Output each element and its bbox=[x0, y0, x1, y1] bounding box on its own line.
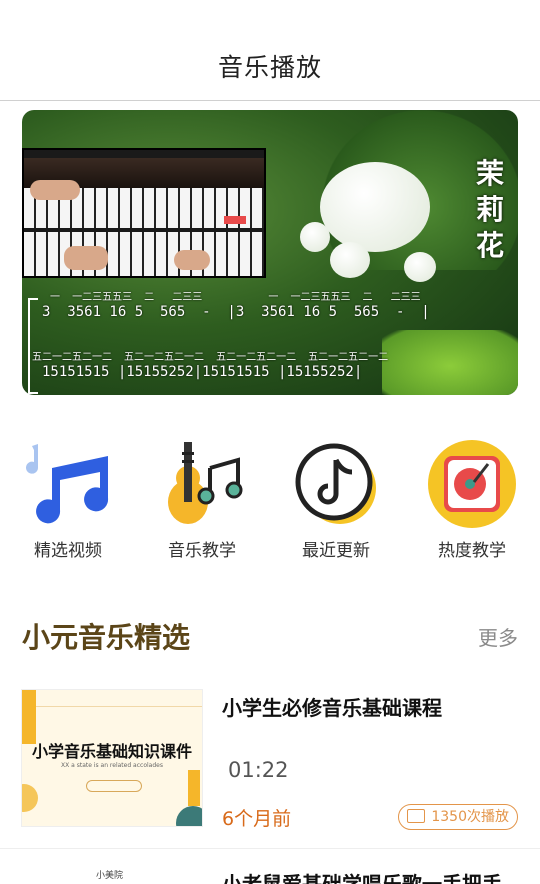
video-age: 6个月前 bbox=[222, 808, 292, 830]
score-bracket bbox=[28, 298, 38, 394]
category-featured-videos[interactable]: 精选视频 bbox=[18, 438, 118, 561]
page-title: 音乐播放 bbox=[217, 53, 322, 82]
category-label: 音乐教学 bbox=[168, 541, 236, 561]
video-duration: 01:22 bbox=[228, 758, 289, 782]
category-music-teaching[interactable]: 音乐教学 bbox=[152, 438, 252, 561]
video-thumbnail[interactable]: 小学音乐基础知识课件 XX a state is an related acco… bbox=[22, 690, 202, 826]
score-line-1: 3 3561 16 5 565 - |3 3561 16 5 565 - | bbox=[42, 304, 430, 320]
play-count: 1350次播放 bbox=[431, 809, 509, 825]
thumbnail-pill bbox=[86, 780, 142, 792]
category-label: 精选视频 bbox=[34, 541, 102, 561]
banner-char: 莉 bbox=[475, 193, 504, 226]
category-grid: 精选视频 音乐教学 最近更新 热度教学 bbox=[0, 438, 540, 568]
divider bbox=[0, 848, 540, 849]
section-title: 小元音乐精选 bbox=[22, 621, 191, 654]
banner-carousel[interactable]: 茉 莉 花 一 一二三五五三 二 二三三 一 一二三五五三 二 二三三 3 35… bbox=[22, 110, 518, 395]
record-player-icon bbox=[426, 438, 518, 530]
category-recent-updates[interactable]: 最近更新 bbox=[286, 438, 386, 561]
play-count-badge: 1350次播放 bbox=[398, 804, 518, 830]
jasmine-flower-image bbox=[280, 152, 450, 282]
score-line-upper-marks: 一 一二三五五三 二 二三三 一 一二三五五三 二 二三三 bbox=[32, 292, 421, 303]
thumbnail-title: 小学音乐基础知识课件 bbox=[31, 742, 192, 761]
guitar-icon bbox=[156, 438, 248, 530]
banner-song-title: 茉 莉 花 bbox=[470, 156, 510, 264]
video-title[interactable]: 小老鼠爱基础学唱乐歌一手把手 bbox=[222, 868, 502, 884]
banner-char: 花 bbox=[475, 229, 504, 262]
video-card[interactable]: 小美院 小老鼠爱基础学唱乐歌一手把手 bbox=[0, 864, 540, 884]
tiktok-note-icon bbox=[290, 438, 382, 530]
score-line-2: 15151515 |15155252|15151515 |15155252| bbox=[42, 364, 363, 380]
more-link[interactable]: 更多 bbox=[478, 622, 518, 651]
app-header: 音乐播放 bbox=[0, 0, 540, 101]
piano-video-frame bbox=[22, 148, 266, 278]
thumbnail-subtitle: XX a state is an related accolades bbox=[61, 762, 163, 769]
video-title[interactable]: 小学生必修音乐基础课程 bbox=[222, 692, 442, 721]
music-note-icon bbox=[22, 438, 114, 530]
image-icon bbox=[407, 809, 426, 823]
score-line-lower-marks: 五二一二五二一二 五二一二五二一二 五二一二五二一二 五二一二五二一二 bbox=[32, 352, 389, 363]
banner-char: 茉 bbox=[475, 157, 504, 190]
category-label: 热度教学 bbox=[438, 541, 506, 561]
category-popular-teaching[interactable]: 热度教学 bbox=[422, 438, 522, 561]
category-label: 最近更新 bbox=[302, 541, 370, 561]
video-card[interactable]: 小学音乐基础知识课件 XX a state is an related acco… bbox=[22, 690, 518, 830]
thumbnail-title: 小美院 bbox=[96, 871, 124, 881]
